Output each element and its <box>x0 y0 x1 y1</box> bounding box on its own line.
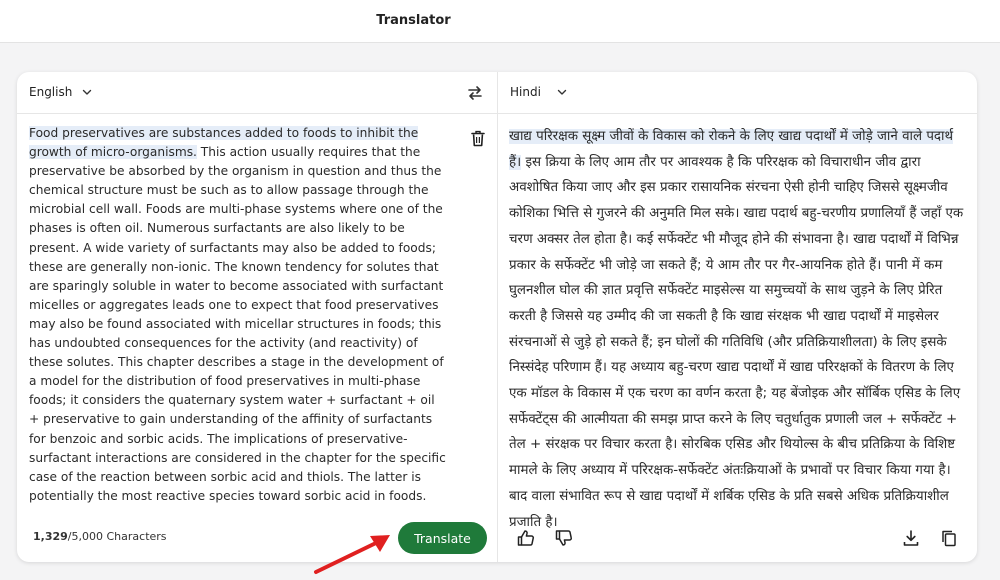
character-count-value: 1,329 <box>33 530 68 543</box>
thumbs-up-icon[interactable] <box>517 529 535 547</box>
download-icon[interactable] <box>902 529 920 547</box>
panel-divider <box>497 72 498 562</box>
trash-icon[interactable] <box>471 130 485 147</box>
target-language-select[interactable]: Hindi <box>510 85 568 99</box>
target-text-area: खाद्य परिरक्षक सूक्ष्म जीवों के विकास को… <box>509 124 965 535</box>
target-text-body: इस क्रिया के लिए आम तौर पर आवश्यक है कि … <box>509 154 964 530</box>
app-title: Translator <box>376 13 451 28</box>
source-language-select[interactable]: English <box>29 85 93 99</box>
target-language-label: Hindi <box>510 85 541 99</box>
translate-button[interactable]: Translate <box>398 522 487 554</box>
translator-card: English Hindi Food preservatives are sub… <box>17 72 977 562</box>
character-count: 1,329/5,000 Characters <box>33 530 167 543</box>
red-arrow-icon <box>314 535 390 574</box>
chevron-down-icon <box>557 89 567 95</box>
thumbs-down-icon[interactable] <box>555 529 573 547</box>
top-bar: Translator <box>0 0 1000 43</box>
swap-arrows-icon[interactable] <box>466 84 484 102</box>
source-language-label: English <box>29 85 73 99</box>
source-text-area[interactable]: Food preservatives are substances added … <box>29 124 447 506</box>
source-text-body: This action usually requires that the pr… <box>29 145 446 503</box>
chevron-down-icon <box>83 89 92 95</box>
copy-icon[interactable] <box>940 529 958 547</box>
character-count-limit: /5,000 Characters <box>67 530 167 543</box>
